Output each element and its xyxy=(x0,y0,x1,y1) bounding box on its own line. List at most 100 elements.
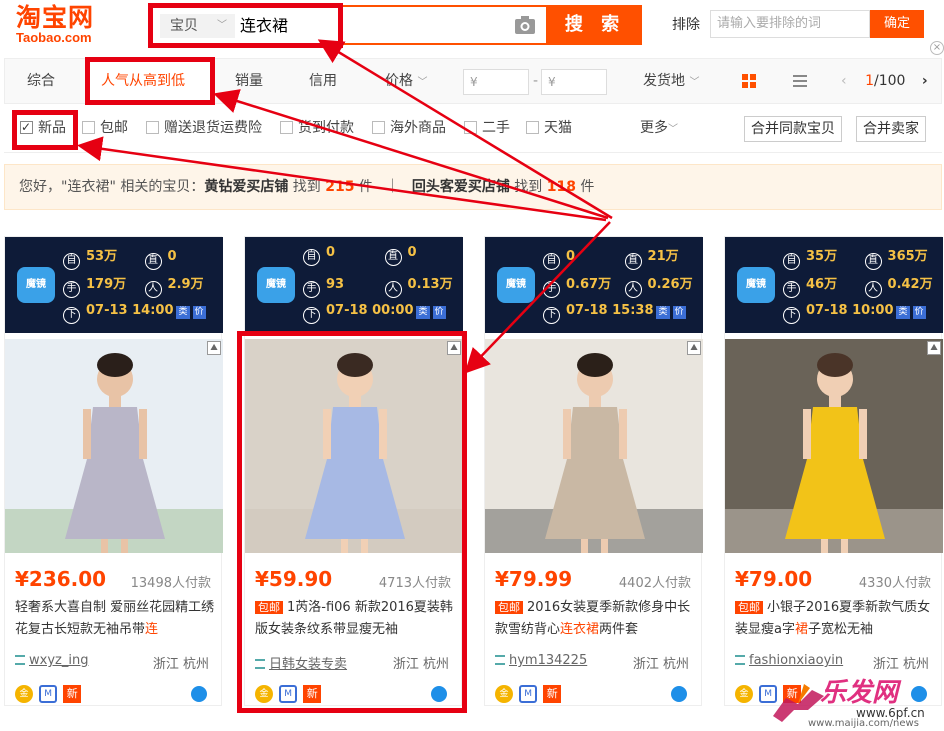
product-image[interactable]: ⛰ xyxy=(5,339,223,553)
page-current: 1 xyxy=(865,73,874,89)
stat-zhi-icon: 直 xyxy=(384,249,402,266)
tip-separator: ｜ xyxy=(385,179,400,195)
stat-zhi-icon: 直 xyxy=(144,253,162,270)
logo-english: Taobao.com xyxy=(16,30,92,45)
sort-price[interactable]: 价格 ﹀ xyxy=(385,59,427,103)
crown-icon[interactable]: M xyxy=(519,684,538,703)
filter-cash-on-delivery[interactable]: 货到付款 xyxy=(280,120,354,136)
wangwang-chat-icon[interactable] xyxy=(191,686,207,702)
product-title[interactable]: 包邮 2016女装夏季新款修身中长款雪纺背心连衣裙两件套 xyxy=(495,597,695,641)
seller-badges: 金 M 新 xyxy=(15,683,82,703)
filter-second-hand[interactable]: 二手 xyxy=(464,120,510,136)
product-card[interactable]: 魔镜 自 35万 直 365万 手 46万 人 0.42万 下 07-18 10:00 类价 xyxy=(724,236,943,706)
sort-sales[interactable]: 销量 xyxy=(235,59,263,103)
filter-return-insurance[interactable]: 赠送退货运费险 xyxy=(146,120,262,136)
close-icon[interactable]: × xyxy=(930,41,944,55)
list-view-icon[interactable] xyxy=(792,73,808,89)
filter-overseas[interactable]: 海外商品 xyxy=(372,120,446,136)
sort-credit[interactable]: 信用 xyxy=(309,59,337,103)
stat-time: 07-13 14:00 xyxy=(86,303,174,318)
tag-lei[interactable]: 类 xyxy=(896,306,910,319)
stat-ren-icon: 人 xyxy=(864,281,882,298)
price-max-input[interactable]: ¥ xyxy=(541,69,607,95)
gold-seller-icon[interactable]: 金 xyxy=(735,684,753,703)
merge-sellers-button[interactable]: 合并卖家 xyxy=(856,116,926,142)
stat-zhi-value: 0 xyxy=(167,249,177,264)
photo-corner-icon: ⛰ xyxy=(207,341,221,355)
exclude-input[interactable]: 请输入要排除的词 xyxy=(710,10,870,38)
stat-shou-value: 93 xyxy=(326,277,345,292)
filter-bar: 新品 包邮 赠送退货运费险 货到付款 海外商品 二手 天猫 更多﹀ 合并同款宝贝… xyxy=(4,105,942,153)
stat-zi-icon: 自 xyxy=(783,253,800,270)
filter-free-shipping[interactable]: 包邮 xyxy=(82,120,128,136)
tag-jia[interactable]: 价 xyxy=(912,306,926,319)
photo-corner-icon: ⛰ xyxy=(687,341,701,355)
product-card[interactable]: 魔镜 自0 直 21万 手 0.67万 人 0.26万 下 07-18 15:38 类价 xyxy=(484,236,703,706)
stat-time: 07-18 00:00 xyxy=(326,303,414,318)
product-location: 浙江 杭州 xyxy=(152,657,209,672)
mojing-badge-icon: 魔镜 xyxy=(257,267,295,303)
mojing-stats-panel: 魔镜 自 53万 直0 手 179万 人 2.9万 下 07-13 14:00 类价 xyxy=(5,237,223,333)
product-title[interactable]: 包邮 小银子2016夏季新款气质女装显瘦a字裙子宽松无袖 xyxy=(735,597,935,641)
tip-shop-1[interactable]: 黄钻爱买店铺 xyxy=(204,179,288,195)
watermark-brand: 乐发网 xyxy=(820,678,899,708)
tag-lei[interactable]: 类 xyxy=(656,306,670,319)
stat-zhi-value: 0 xyxy=(407,245,417,260)
stat-row: 自 35万 直 365万 xyxy=(783,245,928,270)
search-button[interactable]: 搜 索 xyxy=(548,5,642,45)
tag-lei[interactable]: 类 xyxy=(416,306,430,319)
gold-seller-icon[interactable]: 金 xyxy=(15,684,33,703)
stat-row: 手 0.67万 人 0.26万 xyxy=(543,273,693,298)
product-image[interactable]: ⛰ xyxy=(725,339,943,553)
stat-shou-value: 0.67万 xyxy=(566,277,612,292)
sort-default[interactable]: 综合 xyxy=(27,59,55,103)
merge-same-items-button[interactable]: 合并同款宝贝 xyxy=(744,116,842,142)
checkbox-icon xyxy=(372,121,385,134)
tag-jia[interactable]: 价 xyxy=(192,306,206,319)
mojing-badge-icon: 魔镜 xyxy=(737,267,775,303)
stat-xia-icon: 下 xyxy=(783,307,800,324)
checkbox-icon xyxy=(146,121,159,134)
product-sold-count: 4402人付款 xyxy=(618,576,691,591)
shop-link[interactable]: fashionxiaoyin xyxy=(735,653,843,668)
taobao-logo[interactable]: 淘宝网 Taobao.com xyxy=(16,4,126,48)
highlight-filter-new xyxy=(12,110,78,150)
camera-icon[interactable] xyxy=(514,15,536,35)
watermark-url-2: www.maijia.com/news xyxy=(808,718,919,729)
exclude-confirm-button[interactable]: 确定 xyxy=(870,10,924,38)
gold-seller-icon[interactable]: 金 xyxy=(495,684,513,703)
price-dash: - xyxy=(533,73,539,89)
grid-view-icon[interactable] xyxy=(741,73,757,89)
filter-more[interactable]: 更多﹀ xyxy=(640,120,678,138)
ship-from-filter[interactable]: 发货地 ﹀ xyxy=(643,59,699,103)
product-card[interactable]: 魔镜 自 53万 直0 手 179万 人 2.9万 下 07-13 14:00 类价 xyxy=(4,236,223,706)
product-photo-icon xyxy=(725,339,943,553)
tag-lei[interactable]: 类 xyxy=(176,306,190,319)
prev-page-icon[interactable]: ‹ xyxy=(841,73,847,89)
checkbox-icon xyxy=(526,121,539,134)
price-min-input[interactable]: ¥ xyxy=(463,69,529,95)
shop-link[interactable]: hym134225 xyxy=(495,653,587,668)
product-image[interactable]: ⛰ xyxy=(485,339,703,553)
product-title[interactable]: 轻奢系大喜自制 爱丽丝花园精工绣花复古长短款无袖吊带连 xyxy=(15,597,215,641)
new-badge-icon[interactable]: 新 xyxy=(63,684,82,703)
filter-label: 海外商品 xyxy=(390,120,446,136)
stat-row: 下 07-18 10:00 类价 xyxy=(783,303,926,324)
shop-link[interactable]: wxyz_ing xyxy=(15,653,88,668)
filter-tmall[interactable]: 天猫 xyxy=(526,120,572,136)
tip-shop-2[interactable]: 回头客爱买店铺 xyxy=(412,179,510,195)
next-page-icon[interactable]: › xyxy=(922,73,928,89)
chevron-down-icon: ﹀ xyxy=(417,77,428,88)
wangwang-chat-icon[interactable] xyxy=(671,686,687,702)
tag-jia[interactable]: 价 xyxy=(672,306,686,319)
new-badge-icon[interactable]: 新 xyxy=(543,684,562,703)
tag-jia[interactable]: 价 xyxy=(432,306,446,319)
crown-icon[interactable]: M xyxy=(39,684,58,703)
stat-ren-value: 2.9万 xyxy=(167,277,204,292)
stat-row: 手 46万 人 0.42万 xyxy=(783,273,933,298)
photo-corner-icon: ⛰ xyxy=(927,341,941,355)
product-price: ¥236.00 xyxy=(15,567,107,591)
stat-ren-value: 0.26万 xyxy=(647,277,693,292)
ship-from-label: 发货地 xyxy=(643,73,685,89)
filter-label: 二手 xyxy=(482,120,510,136)
